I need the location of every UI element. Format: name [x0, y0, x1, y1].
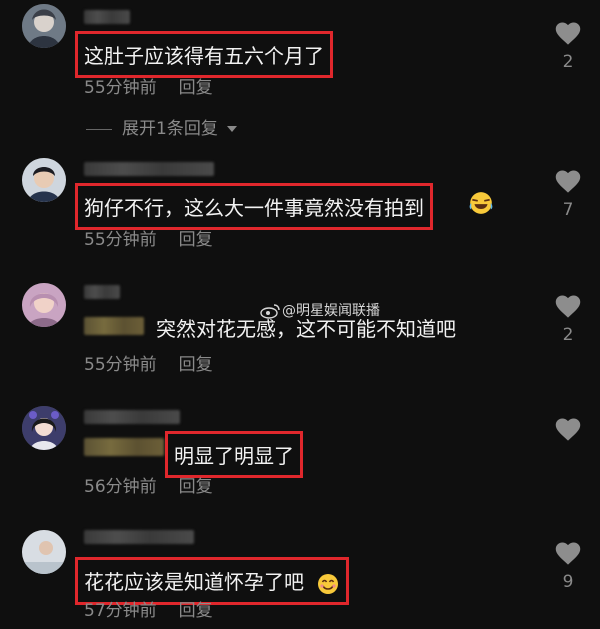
like-button[interactable] [552, 416, 584, 448]
comment-time: 55分钟前 [84, 78, 157, 98]
username-blurred[interactable] [84, 10, 130, 24]
comment-text-content: 狗仔不行，这么大一件事竟然没有拍到 [84, 196, 424, 220]
comment-time: 55分钟前 [84, 355, 157, 375]
reply-button[interactable]: 回复 [179, 601, 213, 621]
comment-time: 57分钟前 [84, 601, 157, 621]
like-button[interactable]: 9 [552, 540, 584, 592]
comment-meta: 55分钟前 回复 [84, 225, 213, 250]
avatar-image [22, 4, 66, 48]
avatar[interactable] [22, 406, 66, 450]
avatar-image [22, 406, 66, 450]
like-button[interactable]: 2 [552, 293, 584, 345]
expand-replies-label: 展开1条回复 [122, 119, 218, 139]
comment-meta: 55分钟前 回复 [84, 73, 213, 98]
like-count: 2 [562, 325, 574, 345]
watermark: @明星娱闻联播 [260, 300, 380, 320]
comment-time: 56分钟前 [84, 477, 157, 497]
mention-blurred [84, 317, 144, 335]
weibo-logo-icon [260, 304, 280, 319]
avatar-image [22, 158, 66, 202]
username-blurred[interactable] [84, 410, 180, 424]
reply-button[interactable]: 回复 [179, 78, 213, 98]
heart-icon [555, 542, 581, 565]
smile-emoji-icon [318, 573, 339, 594]
reply-button[interactable]: 回复 [179, 355, 213, 375]
heart-icon [555, 22, 581, 45]
like-count: 9 [562, 572, 574, 592]
avatar[interactable] [22, 158, 66, 202]
mention-blurred [84, 438, 164, 456]
caret-down-icon [227, 126, 238, 132]
expand-replies-button[interactable]: 展开1条回复 [86, 114, 238, 139]
comment-meta: 55分钟前 回复 [84, 350, 213, 375]
comment-meta: 56分钟前 回复 [84, 472, 213, 497]
heart-icon [555, 170, 581, 193]
watermark-text: @明星娱闻联播 [282, 303, 380, 319]
like-count: 7 [562, 200, 574, 220]
comment-text-content: 花花应该是知道怀孕了吧 [84, 570, 304, 594]
comment-meta: 57分钟前 回复 [84, 596, 213, 621]
comment-time: 55分钟前 [84, 230, 157, 250]
like-button[interactable]: 2 [552, 20, 584, 72]
like-count: 2 [562, 52, 574, 72]
heart-icon [555, 418, 581, 441]
username-blurred[interactable] [84, 530, 194, 544]
divider-line [86, 128, 112, 130]
comment-text: 狗仔不行，这么大一件事竟然没有拍到 [75, 183, 433, 230]
username-blurred[interactable] [84, 285, 120, 299]
laugh-cry-emoji-icon [469, 192, 493, 214]
like-button[interactable]: 7 [552, 168, 584, 220]
username-blurred[interactable] [84, 162, 214, 176]
avatar[interactable] [22, 4, 66, 48]
reply-button[interactable]: 回复 [179, 230, 213, 250]
avatar[interactable] [22, 530, 66, 574]
avatar-image [22, 530, 66, 574]
heart-icon [555, 295, 581, 318]
reply-button[interactable]: 回复 [179, 477, 213, 497]
avatar-image [22, 283, 66, 327]
comment-text: 明显了明显了 [165, 431, 303, 478]
comment-text: 这肚子应该得有五六个月了 [75, 31, 333, 78]
avatar[interactable] [22, 283, 66, 327]
